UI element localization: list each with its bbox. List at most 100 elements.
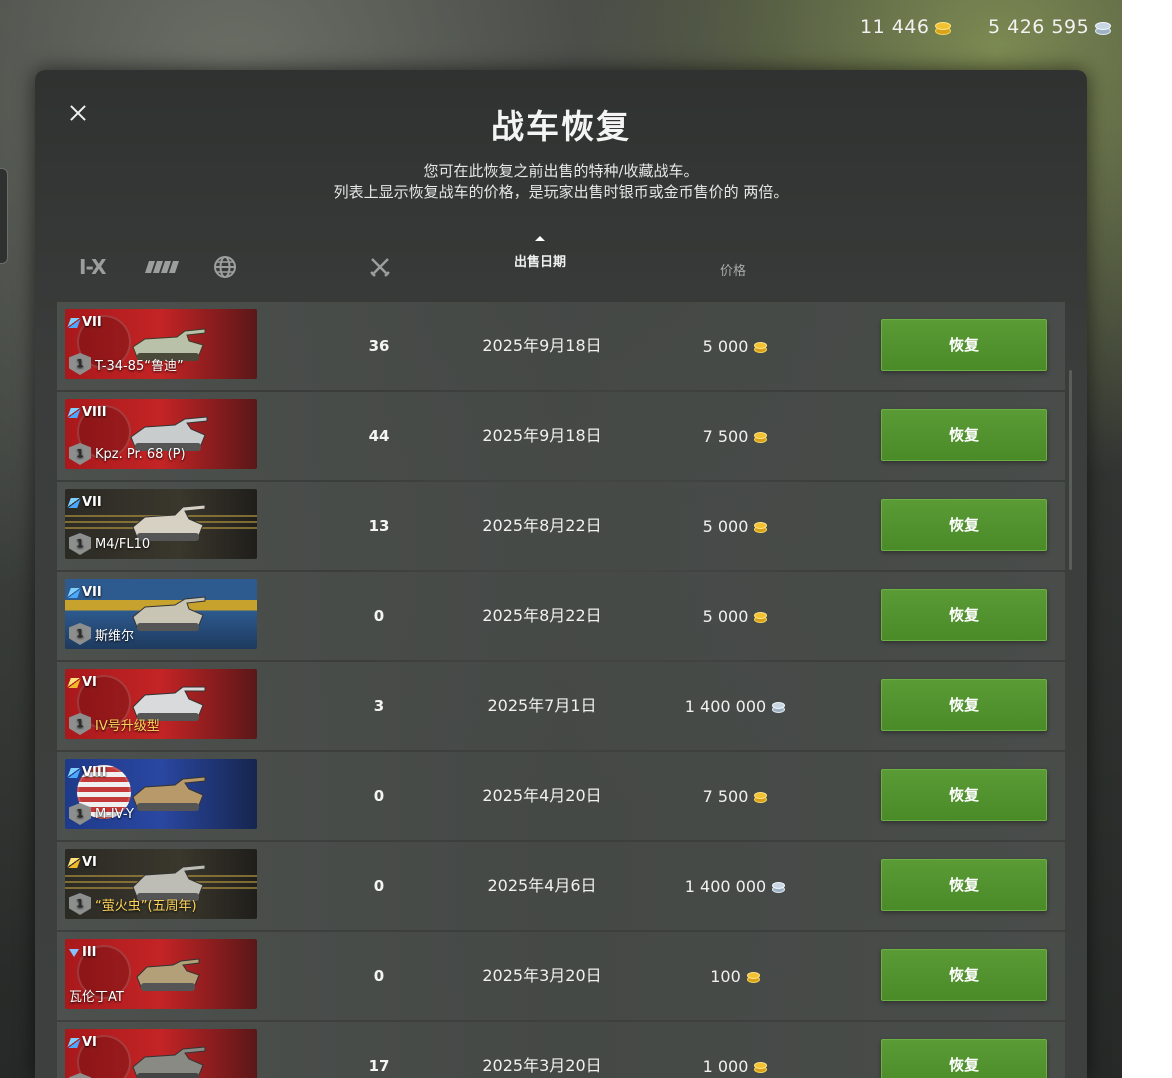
restore-price: 7 500 — [655, 392, 815, 480]
mastery-badge: 1 — [69, 713, 91, 735]
vehicle-restore-dialog: 战车恢复 您可在此恢复之前出售的特种/收藏战车。 列表上显示恢复战车的价格，是玩… — [35, 70, 1087, 1078]
list-scrollbar[interactable] — [1069, 370, 1072, 570]
vehicle-card[interactable]: VI 1 IV号升级型 — [65, 669, 257, 739]
tank-icon — [132, 596, 206, 631]
restore-button[interactable]: 恢复 — [881, 859, 1047, 911]
battles-count: 13 — [368, 517, 390, 535]
collector-tier-icon — [67, 677, 81, 688]
vehicle-tier: VII — [67, 585, 102, 600]
premium-tier-icon — [67, 767, 81, 778]
sale-date-label: 出售日期 — [513, 255, 566, 270]
restore-price: 1 400 000 — [655, 662, 815, 750]
vehicle-tier: VI — [67, 855, 97, 870]
premium-tier-icon — [67, 587, 81, 598]
dialog-description-line2: 列表上显示恢复战车的价格，是玩家出售时银币或金币售价的 两倍。 — [333, 183, 789, 201]
restore-price: 100 — [655, 932, 815, 1020]
battles-count: 36 — [368, 337, 390, 355]
dialog-title: 战车恢复 — [491, 107, 631, 146]
vehicle-row: VII 1 T-34-85“鲁迪” 36 2025年9月18日 5 000 恢复 — [57, 302, 1065, 390]
vehicle-card[interactable]: VII 1 M4/FL10 — [65, 489, 257, 559]
vehicle-card[interactable]: VII 1 T-34-85“鲁迪” — [65, 309, 257, 379]
vehicle-row: VIII 1 M-IV-Y 0 2025年4月20日 7 500 恢复 — [57, 752, 1065, 840]
globe-icon[interactable] — [213, 255, 237, 279]
gold-coin-icon — [754, 1061, 768, 1073]
sale-date: 2025年3月20日 — [482, 966, 602, 985]
column-header-sale-date[interactable]: 出售日期 — [490, 236, 590, 270]
vehicle-row: VIII 1 Kpz. Pr. 68 (P) 44 2025年9月18日 7 50… — [57, 392, 1065, 480]
mastery-badge: 1 — [69, 353, 91, 375]
restore-button[interactable]: 恢复 — [881, 499, 1047, 551]
restore-price: 5 000 — [655, 482, 815, 570]
vehicle-card[interactable]: III 瓦伦丁AT — [65, 939, 257, 1009]
restore-button[interactable]: 恢复 — [881, 589, 1047, 641]
vehicle-card[interactable]: VIII 1 Kpz. Pr. 68 (P) — [65, 399, 257, 469]
premium-tier-icon — [67, 317, 81, 328]
vehicle-row: VI 1 “萤火虫”(五周年) 0 2025年4月6日 1 400 000 恢复 — [57, 842, 1065, 930]
restore-button[interactable]: 恢复 — [881, 679, 1047, 731]
vehicle-tier: VI — [67, 1035, 97, 1050]
gold-coin-icon — [754, 791, 768, 803]
battles-count: 44 — [368, 427, 390, 445]
side-panel-handle[interactable] — [0, 168, 8, 264]
vehicle-name: 1 T-34-85“鲁迪” — [69, 353, 184, 375]
vehicle-card[interactable]: VI 1 “萤火虫”(五周年) — [65, 849, 257, 919]
battles-count: 17 — [368, 1057, 390, 1075]
battles-count: 0 — [373, 787, 385, 805]
tank-icon — [132, 776, 206, 811]
silver-coin-icon — [772, 701, 786, 713]
collector-tier-icon — [67, 857, 81, 868]
vehicle-name: 1 斯维尔 — [69, 623, 134, 645]
sale-date: 2025年8月22日 — [482, 516, 602, 535]
mastery-badge: 1 — [69, 803, 91, 825]
vehicle-row: VII 1 斯维尔 0 2025年8月22日 5 000 恢复 — [57, 572, 1065, 660]
restore-button[interactable]: 恢复 — [881, 409, 1047, 461]
column-header-price[interactable]: 价格 — [683, 260, 783, 279]
restore-button[interactable]: 恢复 — [881, 769, 1047, 821]
vehicle-name: 瓦伦丁AT — [69, 990, 124, 1005]
gold-coin-icon — [935, 21, 952, 35]
vehicle-name: 1 “萤火虫”(五周年) — [69, 893, 197, 915]
premium-tier-icon — [67, 497, 81, 508]
silver-coin-icon — [1095, 21, 1112, 35]
vehicle-name: 1 IV号升级型 — [69, 713, 160, 735]
vehicle-card[interactable]: VI 1 — [65, 1029, 257, 1078]
vehicle-list: VII 1 T-34-85“鲁迪” 36 2025年9月18日 5 000 恢复 … — [57, 302, 1065, 1078]
mastery-badge: 1 — [69, 1073, 91, 1078]
vehicle-card[interactable]: VII 1 斯维尔 — [65, 579, 257, 649]
silver-amount: 5 426 595 — [988, 16, 1090, 38]
nation-filter-icon[interactable] — [145, 257, 181, 277]
vehicle-name: 1 — [69, 1073, 95, 1078]
vehicle-row: VI 1 17 2025年3月20日 1 000 恢复 — [57, 1022, 1065, 1078]
tier-filter[interactable]: I-X — [79, 255, 109, 279]
premium-tier-icon — [67, 407, 81, 418]
vehicle-tier: VIII — [67, 405, 107, 420]
vehicle-name: 1 M4/FL10 — [69, 533, 150, 555]
battles-count: 0 — [373, 877, 385, 895]
restore-button[interactable]: 恢复 — [881, 1039, 1047, 1078]
window-edge — [1122, 0, 1172, 1078]
vehicle-tier: III — [69, 945, 97, 960]
filter-bar: I-X — [79, 255, 237, 279]
gold-amount: 11 446 — [860, 16, 930, 38]
sale-date: 2025年7月1日 — [487, 696, 597, 715]
mastery-badge: 1 — [69, 893, 91, 915]
vehicle-card[interactable]: VIII 1 M-IV-Y — [65, 759, 257, 829]
mastery-badge: 1 — [69, 443, 91, 465]
vehicle-tier: VIII — [67, 765, 107, 780]
restore-price: 5 000 — [655, 572, 815, 660]
silver-balance: 5 426 595 — [988, 14, 1112, 40]
sale-date: 2025年4月6日 — [487, 876, 597, 895]
premium-tier-icon — [67, 1037, 81, 1048]
restore-price: 1 400 000 — [655, 842, 815, 930]
gold-coin-icon — [746, 971, 760, 983]
gold-coin-icon — [754, 341, 768, 353]
vehicle-tier: VI — [67, 675, 97, 690]
sale-date: 2025年8月22日 — [482, 606, 602, 625]
crossed-swords-icon[interactable] — [369, 256, 391, 278]
tank-icon — [136, 958, 200, 991]
sale-date: 2025年9月18日 — [482, 336, 602, 355]
mastery-badge: 1 — [69, 623, 91, 645]
tier-arrow-icon — [69, 948, 79, 957]
restore-button[interactable]: 恢复 — [881, 319, 1047, 371]
restore-button[interactable]: 恢复 — [881, 949, 1047, 1001]
